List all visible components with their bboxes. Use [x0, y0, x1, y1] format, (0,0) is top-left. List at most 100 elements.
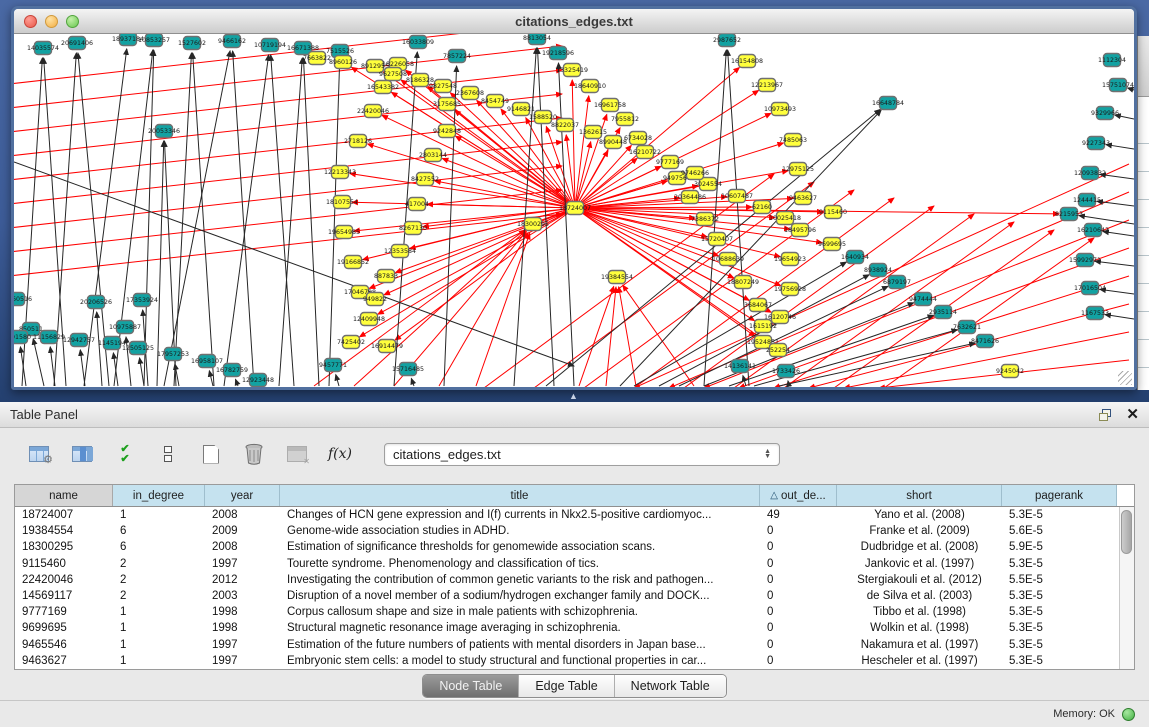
table-cell-short[interactable]: Wolkin et al. (1998) — [837, 622, 1002, 634]
graph-node[interactable]: 1640934 — [841, 251, 869, 264]
graph-edge[interactable] — [476, 233, 530, 386]
graph-node[interactable]: 16961758 — [594, 99, 626, 112]
graph-node[interactable]: 8938924 — [864, 264, 892, 277]
graph-node[interactable]: 20691406 — [61, 37, 93, 50]
graph-node[interactable]: 1527602 — [178, 37, 206, 50]
graph-node[interactable]: 17957253 — [157, 348, 189, 361]
graph-node[interactable]: 15751074 — [1102, 79, 1134, 92]
table-row[interactable]: 946362711997Embryonic stem cells: a mode… — [15, 653, 1134, 669]
row-height-button[interactable] — [155, 441, 181, 467]
graph-node[interactable]: 10975887 — [109, 321, 141, 334]
graph-edge[interactable] — [33, 339, 44, 386]
table-cell-short[interactable]: Hescheler et al. (1997) — [837, 655, 1002, 667]
table-cell-title[interactable]: Genome-wide association studies in ADHD. — [280, 525, 760, 537]
citation-graph[interactable]: 1403557420691406189371841085325715276029… — [14, 34, 1134, 387]
table-row[interactable]: 977716911998Corpus callosum shape and si… — [15, 604, 1134, 620]
table-row[interactable]: 911546021997Tourette syndrome. Phenomeno… — [15, 556, 1134, 572]
column-header-year[interactable]: year — [205, 485, 280, 506]
table-cell-title[interactable]: Embryonic stem cells: a model to study s… — [280, 655, 760, 667]
table-cell-name[interactable]: 9699695 — [15, 622, 113, 634]
table-cell-out_degree[interactable]: 0 — [760, 525, 837, 537]
graph-edge[interactable] — [20, 347, 26, 386]
table-cell-pagerank[interactable]: 5.3E-5 — [1002, 655, 1117, 667]
graph-node[interactable]: 18495796 — [784, 224, 816, 237]
table-cell-short[interactable]: Tibbo et al. (1998) — [837, 606, 1002, 618]
graph-edge[interactable] — [224, 55, 269, 386]
graph-edge[interactable] — [1079, 216, 1134, 224]
graph-edge[interactable] — [575, 96, 589, 208]
graph-edge[interactable] — [14, 46, 562, 108]
window-titlebar[interactable]: citations_edges.txt — [14, 9, 1134, 34]
table-cell-pagerank[interactable]: 5.3E-5 — [1002, 606, 1117, 618]
delete-table-button[interactable] — [284, 441, 310, 467]
graph-node[interactable]: 12975125 — [782, 163, 814, 176]
table-cell-pagerank[interactable]: 5.3E-5 — [1002, 622, 1117, 634]
graph-node[interactable]: 9115460 — [819, 206, 847, 219]
graph-node[interactable]: 12093832 — [1074, 167, 1106, 180]
table-cell-out_degree[interactable]: 0 — [760, 590, 837, 602]
graph-edge[interactable] — [209, 371, 213, 386]
column-header-in-degree[interactable]: in_degree — [113, 485, 205, 506]
table-cell-year[interactable]: 1997 — [205, 639, 280, 651]
graph-node[interactable]: 62160 — [752, 201, 772, 214]
graph-node[interactable]: 17016504 — [1074, 282, 1106, 295]
graph-node[interactable]: 20053346 — [148, 125, 180, 138]
graph-node[interactable]: 20364486 — [674, 191, 706, 204]
delete-rows-button[interactable] — [241, 441, 267, 467]
table-cell-title[interactable]: Estimation of significance thresholds fo… — [280, 541, 760, 553]
graph-edge[interactable] — [303, 58, 319, 386]
graph-node[interactable]: 16958107 — [191, 355, 223, 368]
table-cell-name[interactable]: 9777169 — [15, 606, 113, 618]
graph-node[interactable]: 9457771 — [319, 359, 347, 372]
network-canvas[interactable]: 1403557420691406189371841085325715276029… — [14, 34, 1134, 387]
table-cell-short[interactable]: Yano et al. (2008) — [837, 509, 1002, 521]
graph-edge[interactable] — [144, 50, 154, 386]
split-divider-handle[interactable]: ▲ — [569, 391, 578, 401]
graph-node[interactable]: 17353924 — [126, 294, 158, 307]
graph-node[interactable]: 2718126 — [344, 135, 372, 148]
graph-node[interactable]: 9699695 — [818, 238, 846, 251]
table-cell-out_degree[interactable]: 0 — [760, 655, 837, 667]
graph-edge[interactable] — [329, 61, 340, 386]
graph-edge[interactable] — [50, 347, 55, 386]
graph-node[interactable]: 22420046 — [357, 105, 389, 118]
graph-node[interactable]: 19654985 — [328, 226, 360, 239]
show-columns-button[interactable] — [69, 441, 95, 467]
graph-edge[interactable] — [734, 214, 974, 387]
graph-node[interactable]: 9245042 — [996, 365, 1024, 378]
table-cell-in_degree[interactable]: 2 — [113, 574, 205, 586]
table-cell-title[interactable]: Changes of HCN gene expression and I(f) … — [280, 509, 760, 521]
graph-node[interactable]: 14035574 — [27, 42, 59, 55]
graph-node[interactable]: 12923448 — [242, 374, 274, 387]
graph-node[interactable]: 8215953 — [1055, 208, 1083, 221]
graph-edge[interactable] — [1106, 145, 1134, 149]
table-cell-in_degree[interactable]: 1 — [113, 622, 205, 634]
graph-node[interactable]: 9329966 — [1091, 107, 1119, 120]
table-cell-pagerank[interactable]: 5.3E-5 — [1002, 509, 1117, 521]
graph-node[interactable]: 9242848 — [433, 125, 461, 138]
graph-edge[interactable] — [336, 375, 339, 386]
graph-edge[interactable] — [779, 343, 975, 386]
table-cell-in_degree[interactable]: 6 — [113, 525, 205, 537]
table-cell-title[interactable]: Estimation of the future numbers of pati… — [280, 639, 760, 651]
table-cell-short[interactable]: Franke et al. (2009) — [837, 525, 1002, 537]
function-builder-button[interactable]: f(x) — [327, 441, 353, 467]
graph-edge[interactable] — [157, 141, 164, 386]
graph-edge[interactable] — [193, 53, 214, 386]
table-cell-year[interactable]: 2003 — [205, 590, 280, 602]
graph-node[interactable]: 19166852 — [337, 256, 369, 269]
graph-node[interactable]: 13325419 — [556, 64, 588, 77]
tab-node-table[interactable]: Node Table — [423, 675, 518, 697]
table-cell-in_degree[interactable]: 2 — [113, 590, 205, 602]
table-cell-title[interactable]: Disruption of a novel member of a sodium… — [280, 590, 760, 602]
graph-edge[interactable] — [575, 142, 591, 208]
graph-node[interactable]: 16782759 — [216, 364, 248, 377]
table-cell-short[interactable]: Nakamura et al. (1997) — [837, 639, 1002, 651]
graph-node[interactable]: 7425402 — [337, 336, 365, 349]
graph-edge[interactable] — [14, 166, 562, 228]
graph-node[interactable]: 12409948 — [353, 313, 385, 326]
graph-node[interactable]: 10719194 — [254, 39, 286, 52]
table-cell-year[interactable]: 2008 — [205, 509, 280, 521]
graph-node[interactable]: 1167533 — [1081, 307, 1109, 320]
table-cell-in_degree[interactable]: 1 — [113, 606, 205, 618]
